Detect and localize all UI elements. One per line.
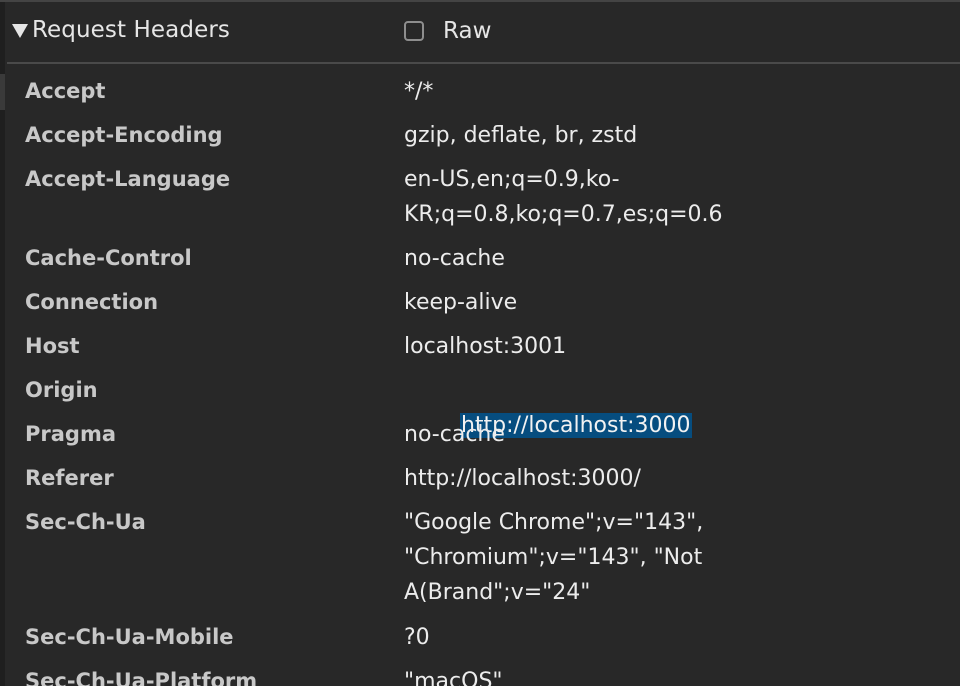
header-name: Accept — [25, 79, 106, 103]
header-value[interactable]: gzip, deflate, br, zstd — [404, 118, 754, 153]
header-value[interactable]: "macOS" — [404, 664, 754, 686]
header-row: Host localhost:3001 — [0, 329, 960, 373]
request-headers-panel: Request Headers Raw Accept */* Accept-En… — [0, 0, 960, 686]
header-value[interactable]: http://localhost:3000/ — [404, 461, 754, 496]
header-value[interactable]: en-US,en;q=0.9,ko- KR;q=0.8,ko;q=0.7,es;… — [404, 162, 754, 232]
raw-toggle[interactable]: Raw — [404, 17, 491, 45]
header-name: Pragma — [25, 422, 117, 446]
header-row: Connection keep-alive — [0, 285, 960, 329]
header-row: Referer http://localhost:3000/ — [0, 461, 960, 505]
header-name: Referer — [25, 466, 114, 490]
header-value[interactable]: localhost:3001 — [404, 329, 754, 364]
header-value[interactable]: no-cache — [404, 417, 754, 452]
request-headers-title: Request Headers — [32, 17, 230, 43]
section-divider — [7, 62, 960, 64]
header-row: Accept */* — [0, 74, 960, 118]
request-headers-list: Accept */* Accept-Encoding gzip, deflate… — [0, 74, 960, 686]
header-row: Sec-Ch-Ua "Google Chrome";v="143", "Chro… — [0, 505, 960, 620]
header-name: Sec-Ch-Ua-Platform — [25, 669, 258, 686]
header-row: Pragma no-cache — [0, 417, 960, 461]
header-row: Origin http://localhost:3000 — [0, 373, 960, 438]
raw-label: Raw — [443, 18, 492, 44]
header-value[interactable]: */* — [404, 74, 754, 109]
header-row: Sec-Ch-Ua-Mobile ?0 — [0, 620, 960, 664]
header-name: Sec-Ch-Ua — [25, 510, 146, 534]
header-value[interactable]: keep-alive — [404, 285, 754, 320]
header-row: Sec-Ch-Ua-Platform "macOS" — [0, 664, 960, 686]
disclosure-triangle-icon — [12, 24, 28, 38]
header-row: Accept-Language en-US,en;q=0.9,ko- KR;q=… — [0, 162, 960, 241]
header-name: Sec-Ch-Ua-Mobile — [25, 625, 234, 649]
header-row: Cache-Control no-cache — [0, 241, 960, 285]
header-name: Host — [25, 334, 80, 358]
header-name: Accept-Language — [25, 167, 231, 191]
raw-checkbox[interactable] — [404, 21, 424, 41]
header-name: Cache-Control — [25, 246, 192, 270]
header-value[interactable]: "Google Chrome";v="143", "Chromium";v="1… — [404, 505, 754, 610]
header-value[interactable]: ?0 — [404, 620, 754, 655]
header-name: Accept-Encoding — [25, 123, 223, 147]
header-value[interactable]: no-cache — [404, 241, 754, 276]
header-row: Accept-Encoding gzip, deflate, br, zstd — [0, 118, 960, 162]
request-headers-toggle[interactable]: Request Headers — [12, 16, 230, 44]
header-name: Connection — [25, 290, 159, 314]
header-name: Origin — [25, 378, 98, 402]
